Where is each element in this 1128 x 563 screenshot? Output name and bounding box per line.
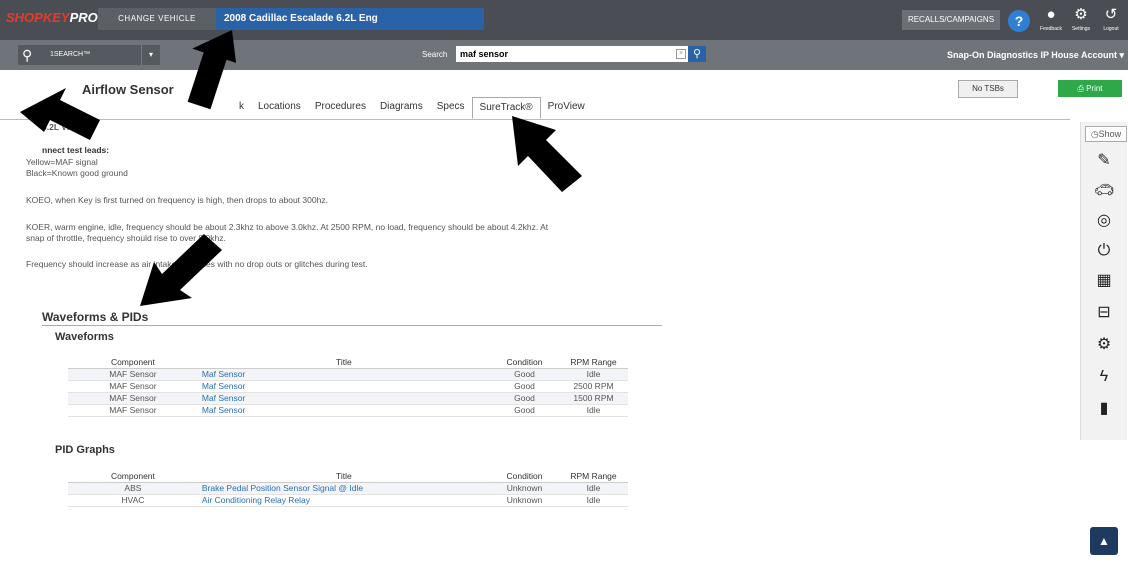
- arrow-annotation: [512, 116, 582, 192]
- annotation-arrows: [20, 30, 582, 306]
- arrow-annotation: [187, 30, 237, 110]
- arrow-annotation: [20, 88, 100, 140]
- arrow-annotation: [140, 234, 222, 306]
